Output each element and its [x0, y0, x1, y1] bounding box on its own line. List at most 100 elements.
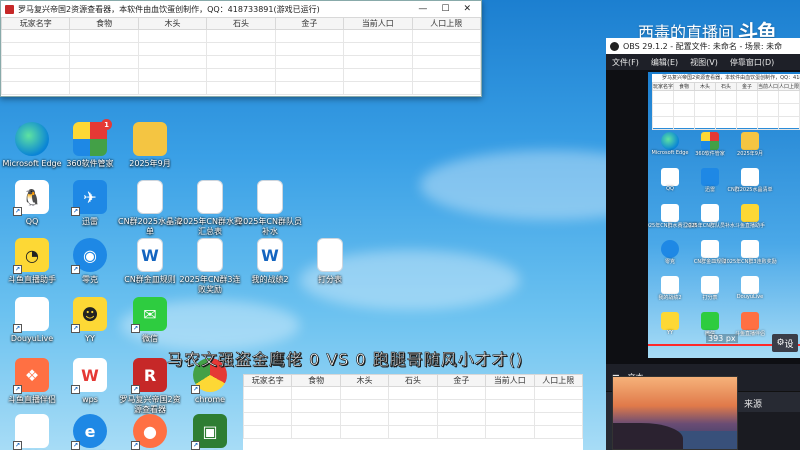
desktop-icon[interactable]: 🐧 ↗ QQ — [0, 180, 64, 227]
desktop-icon[interactable]: ◉ ↗ 零克 — [58, 238, 122, 285]
column-header[interactable]: 金子 — [274, 17, 345, 30]
scene-thumbnail[interactable] — [612, 376, 738, 450]
column-header[interactable]: 食物 — [673, 82, 695, 91]
column-header[interactable]: 人口上限 — [778, 82, 800, 91]
settings-button[interactable]: ⚙ 设 — [772, 334, 798, 352]
column-header[interactable]: 石头 — [206, 17, 276, 30]
shortcut-arrow-icon: ↗ — [71, 324, 80, 333]
desktop-icon[interactable]: ▶↗应用商店 — [0, 414, 64, 450]
menu-edit[interactable]: 编辑(E) — [651, 57, 678, 68]
shortcut-arrow-icon: ↗ — [13, 441, 22, 450]
desktop-icon[interactable]: CN群2025水晶清单 — [118, 180, 182, 237]
word-icon — [701, 240, 719, 258]
table-row[interactable] — [0, 81, 482, 95]
table-row[interactable] — [0, 42, 482, 56]
obs-logo-icon — [610, 41, 619, 51]
column-header[interactable]: 当前人口 — [485, 374, 535, 387]
desktop-icon[interactable]: ◌ ↗ DouyuLive — [0, 297, 64, 344]
desktop-icon[interactable]: W 我的战绩2 — [238, 238, 302, 285]
menu-docks[interactable]: 停靠窗口(D) — [730, 57, 774, 68]
desktop-icon[interactable]: ☻ ↗ YY — [58, 297, 122, 344]
resource-table[interactable]: 玩家名字 食物 木头 石头 金子 当前人口 人口上限 — [0, 17, 482, 95]
desktop-icon[interactable]: 2025年CN群队员补水 — [238, 180, 302, 237]
360-icon — [701, 132, 719, 150]
preview-icon-label: 2025年CN群队员补水 — [685, 223, 735, 229]
column-header[interactable]: 石头 — [388, 374, 438, 387]
table-row[interactable] — [0, 68, 482, 82]
edge-icon — [15, 122, 49, 156]
desktop-icon[interactable]: 2025年9月 — [118, 122, 182, 169]
desktop-icon[interactable]: ❖ ↗ 斗鱼直播伴侣 — [0, 358, 64, 405]
table-row — [242, 412, 584, 426]
edge-icon — [661, 132, 679, 150]
shortcut-arrow-icon: ↗ — [191, 385, 200, 394]
preview-canvas[interactable]: 罗马复兴帝国2资源查看器，本软件由血饮蛋创制作，QQ：418733891(游戏已… — [648, 72, 800, 358]
shortcut-arrow-icon: ↗ — [191, 441, 200, 450]
column-header[interactable]: 玩家名字 — [652, 82, 674, 91]
desktop-icon[interactable]: ▣↗游戏 — [178, 414, 242, 450]
menu-file[interactable]: 文件(F) — [612, 57, 639, 68]
douyu-assistant-icon: ◔ ↗ — [13, 238, 49, 274]
menu-view[interactable]: 视图(V) — [690, 57, 718, 68]
column-header[interactable]: 人口上限 — [533, 374, 584, 387]
column-header[interactable]: 木头 — [339, 374, 390, 387]
store-icon: ▶ ↗ — [13, 414, 49, 450]
column-header[interactable]: 石头 — [715, 82, 737, 91]
desktop-icon[interactable]: 1 360软件管家 — [58, 119, 122, 169]
column-header[interactable]: 食物 — [69, 17, 139, 30]
desktop-icon-label: 打分表 — [318, 275, 342, 284]
table-row[interactable] — [0, 55, 482, 69]
preview-icon-label: 360软件管家 — [695, 151, 725, 157]
game-icon: ▣ ↗ — [191, 414, 227, 450]
obs-preview[interactable]: 罗马复兴帝国2资源查看器，本软件由血饮蛋创制作，QQ：418733891(游戏已… — [606, 70, 800, 364]
gear-icon: ⚙ — [776, 338, 785, 348]
desktop-icon[interactable]: ✈ ↗ 迅雷 — [58, 180, 122, 227]
column-header[interactable]: 食物 — [291, 374, 341, 387]
desktop-icon[interactable]: W CN群金皿规则 — [118, 238, 182, 285]
column-header[interactable]: 金子 — [436, 374, 487, 387]
shortcut-arrow-icon: ↗ — [13, 324, 22, 333]
desktop-icon[interactable]: 2025年CN群水赛汇总表 — [178, 180, 242, 237]
table-row[interactable] — [0, 29, 482, 43]
desktop-icon-label: 罗马复兴帝国2资源查看器 — [119, 395, 181, 414]
resource-viewer-window[interactable]: 罗马复兴帝国2资源查看器，本软件由血饮蛋创制作，QQ：418733891(游戏已… — [0, 0, 482, 97]
preview-icon-label: 零克 — [664, 259, 675, 265]
close-button[interactable]: ✕ — [463, 4, 471, 14]
desktop-icon[interactable]: ✉ ↗ 微信 — [118, 297, 182, 344]
column-header[interactable]: 金子 — [736, 82, 758, 91]
shortcut-arrow-icon: ↗ — [13, 385, 22, 394]
preview-desktop-icon: 我的战绩2 — [652, 276, 688, 301]
preview-icon-label: 2025年CN群3连败奖励 — [723, 259, 777, 265]
desktop-icon-label: 零克 — [82, 275, 98, 284]
table-row — [242, 386, 584, 400]
sources-list[interactable] — [736, 412, 800, 450]
preview-icon-label: DouyuLive — [736, 294, 764, 300]
obs-titlebar[interactable]: OBS 29.1.2 - 配置文件: 未命名 - 场景: 未命 — [606, 38, 800, 54]
column-header[interactable]: 当前人口 — [343, 17, 413, 30]
column-header[interactable]: 木头 — [694, 82, 716, 91]
desktop-icon[interactable]: 打分表 — [298, 238, 362, 285]
douyu-icon: ● ↗ — [131, 414, 167, 450]
file-icon — [741, 168, 759, 186]
desktop-icon[interactable]: e↗IE浏览器 — [58, 414, 122, 450]
preview-icon-label: 我的战绩2 — [658, 295, 682, 301]
desktop-icon[interactable]: W ↗ wps — [58, 358, 122, 405]
column-header[interactable]: 玩家名字 — [242, 374, 293, 387]
column-header[interactable]: 木头 — [137, 17, 208, 30]
desktop-icon[interactable]: ●↗斗鱼 — [118, 414, 182, 450]
desktop-icon[interactable]: ◔ ↗ 斗鱼直播助手 — [0, 238, 64, 285]
shortcut-arrow-icon: ↗ — [71, 385, 80, 394]
word-icon — [661, 276, 679, 294]
maximize-button[interactable]: ☐ — [441, 4, 449, 14]
column-header[interactable]: 人口上限 — [411, 17, 482, 30]
window-titlebar[interactable]: 罗马复兴帝国2资源查看器，本软件由血饮蛋创制作，QQ：418733891(游戏已… — [1, 1, 481, 17]
desktop-icon[interactable]: Microsoft Edge — [0, 122, 64, 169]
preview-px-label: 393 px — [706, 334, 738, 343]
column-header[interactable]: 当前人口 — [757, 82, 779, 91]
minimize-button[interactable]: — — [418, 4, 427, 14]
preview-icon-label: 斗鱼直播伴侣 — [734, 331, 765, 337]
column-header[interactable]: 玩家名字 — [0, 17, 71, 30]
preview-icon-label: Microsoft Edge — [651, 150, 689, 156]
shortcut-arrow-icon: ↗ — [13, 207, 22, 216]
desktop-icon[interactable]: 2025年CN群3连败奖励 — [178, 238, 242, 295]
